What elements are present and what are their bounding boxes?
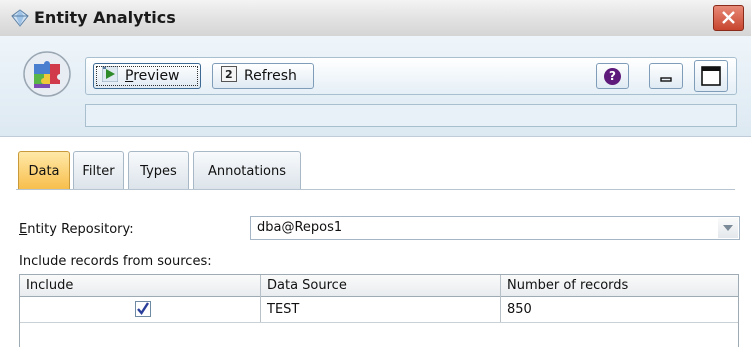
minimize-icon (660, 77, 672, 82)
checkmark-icon (137, 302, 150, 315)
include-records-label: Include records from sources: (19, 254, 212, 269)
refresh-label: Refresh (244, 68, 297, 84)
entity-repository-label: Entity Repository: (19, 222, 134, 237)
entity-repository-select[interactable]: dba@Repos1 (250, 216, 740, 240)
refresh-icon: 2 (221, 66, 237, 86)
preview-label: Preview (125, 68, 180, 84)
window-title: Entity Analytics (34, 8, 176, 27)
help-question-icon: ? (604, 67, 621, 85)
table-header: Include Data Source Number of records (20, 275, 738, 297)
tab-data[interactable]: Data (18, 151, 70, 190)
column-header-include[interactable]: Include (26, 278, 73, 293)
records-count-cell: 850 (507, 302, 532, 317)
tab-divider (16, 189, 735, 190)
app-diamond-icon (11, 9, 29, 27)
title-bar[interactable]: Entity Analytics (0, 0, 751, 37)
close-x-icon (722, 11, 735, 24)
help-button[interactable]: ? (596, 63, 629, 89)
preview-play-icon (101, 65, 119, 86)
refresh-button[interactable]: 2 Refresh (212, 63, 314, 89)
maximize-icon (701, 66, 721, 86)
include-checkbox[interactable] (135, 301, 151, 317)
minimize-button[interactable] (649, 63, 683, 89)
preview-button[interactable]: Preview (93, 63, 201, 89)
entity-repository-value: dba@Repos1 (257, 220, 343, 235)
tab-types[interactable]: Types (128, 151, 189, 190)
data-tab-panel: Entity Repository: dba@Repos1 Include re… (0, 192, 751, 347)
column-header-number-of-records[interactable]: Number of records (507, 278, 628, 293)
tab-filter[interactable]: Filter (73, 151, 124, 190)
column-header-data-source[interactable]: Data Source (267, 278, 347, 293)
sources-table: Include Data Source Number of records TE… (19, 274, 739, 347)
close-button[interactable] (713, 5, 744, 31)
status-strip (85, 104, 737, 127)
toolbar-area: Preview 2 Refresh ? (0, 36, 751, 137)
tab-strip: Data Filter Types Annotations (0, 137, 751, 192)
data-source-cell: TEST (267, 302, 300, 317)
tab-annotations[interactable]: Annotations (193, 151, 301, 190)
table-row[interactable]: TEST 850 (20, 297, 738, 323)
toolbar-strip: Preview 2 Refresh ? (85, 57, 737, 95)
dropdown-arrow-icon[interactable] (718, 218, 738, 238)
entity-analytics-window: Entity Analytics Preview 2 Refresh ? Dat… (0, 0, 751, 347)
svg-text:2: 2 (225, 68, 233, 81)
maximize-button[interactable] (694, 60, 728, 92)
puzzle-node-icon (23, 51, 71, 97)
